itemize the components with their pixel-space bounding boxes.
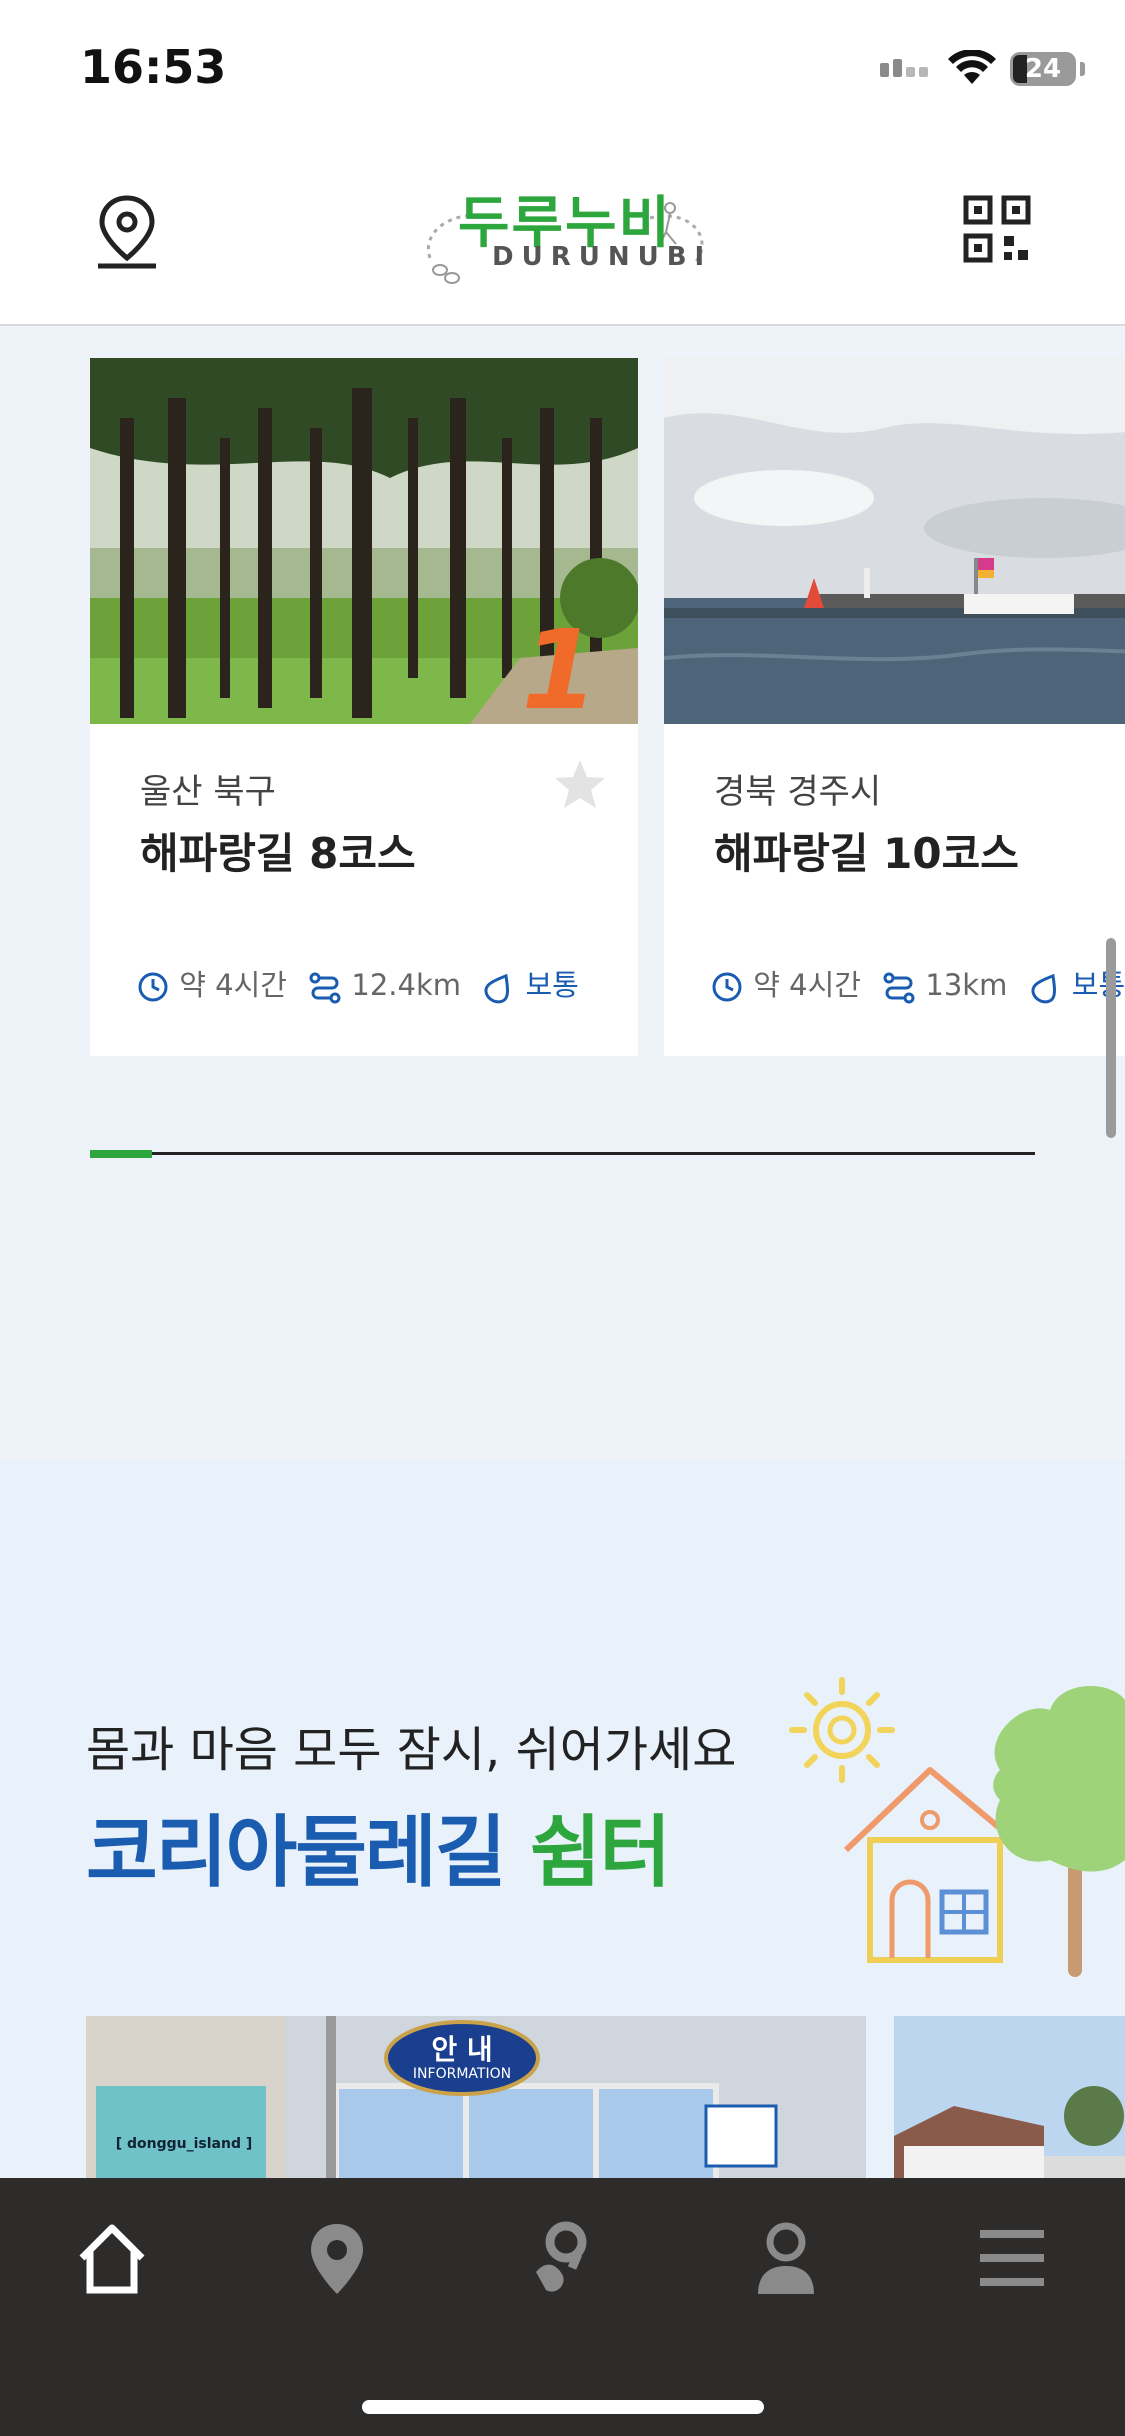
battery-icon: 24 <box>1010 52 1076 86</box>
battery-level: 24 <box>1024 54 1062 84</box>
qr-code-button[interactable] <box>962 194 1032 264</box>
bottom-tab-bar <box>0 2178 1125 2436</box>
app-header: 두루누비 DURUNUBI <box>0 140 1125 326</box>
course-title: 해파랑길 8코스 <box>140 829 416 878</box>
durunubi-logo[interactable]: 두루누비 DURUNUBI <box>420 178 710 288</box>
difficulty-icon <box>484 973 510 1004</box>
course-meta: 약 4시간 13km 보통 <box>710 962 1125 1004</box>
battery-tip <box>1080 62 1085 76</box>
course-region: 울산 북구 <box>140 772 276 812</box>
duration-text: 약 4시간 <box>179 968 287 1002</box>
route-icon <box>883 972 915 1004</box>
distance-text: 12.4km <box>351 968 461 1002</box>
duration-info: 약 4시간 <box>136 962 287 1004</box>
home-icon[interactable] <box>72 2214 152 2304</box>
difficulty-icon <box>1031 973 1056 1004</box>
home-indicator <box>362 2400 764 2414</box>
shelter-subtitle: 몸과 마음 모두 잠시, 쉬어가세요 <box>86 1722 737 1778</box>
course-photo-forest: 1 <box>90 358 638 724</box>
course-photo-harbor: 2 <box>664 358 1125 724</box>
difficulty-text: 보통 <box>525 968 579 1002</box>
carousel-progress-indicator <box>90 1150 152 1158</box>
menu-icon[interactable] <box>972 2214 1052 2304</box>
carousel-progress-track <box>90 1152 1035 1155</box>
distance-text: 13km <box>925 968 1008 1002</box>
shelter-title-highlight: 쉼터 <box>529 1808 672 1898</box>
distance-info: 12.4km <box>308 968 461 1004</box>
cellular-signal-icon <box>880 58 932 77</box>
course-card[interactable]: 2 경북 경주시 해파랑길 10코스 약 4시간 13km 보통 <box>664 358 1125 1056</box>
poster-text: [ donggu_island ] <box>115 2136 253 2152</box>
person-icon[interactable] <box>746 2214 826 2304</box>
course-title: 해파랑길 10코스 <box>714 829 1019 878</box>
distance-info: 13km <box>882 968 1007 1004</box>
clock-icon <box>712 972 742 1002</box>
status-time: 16:53 <box>80 40 227 94</box>
information-sign-subtitle: INFORMATION <box>412 2066 512 2082</box>
shelter-photo-2[interactable] <box>894 2016 1125 2196</box>
clock-icon <box>138 972 168 1002</box>
shelter-title: 코리아둘레길 쉼터 <box>86 1790 672 1902</box>
shelter-photo-1[interactable]: 안 내 INFORMATION [ donggu_island ] <box>86 2016 866 2196</box>
wifi-icon <box>948 50 996 84</box>
page-scrollbar[interactable] <box>1106 938 1116 1138</box>
course-carousel[interactable]: 1 울산 북구 해파랑길 8코스 약 4시간 12.4km 보통 경북 경주시 … <box>0 326 1125 1156</box>
course-meta: 약 4시간 12.4km 보통 <box>136 962 591 1004</box>
rank-number: 1 <box>521 606 598 724</box>
duration-text: 약 4시간 <box>753 968 861 1002</box>
difficulty-info: 보통 <box>482 962 579 1004</box>
shelter-title-main: 코리아둘레길 <box>86 1808 507 1898</box>
status-bar: 16:53 24 <box>0 0 1125 140</box>
favorite-star-icon[interactable] <box>552 756 608 812</box>
course-card[interactable]: 1 울산 북구 해파랑길 8코스 약 4시간 12.4km 보통 <box>90 358 638 1056</box>
location-pin-icon[interactable] <box>297 2214 377 2304</box>
information-sign-title: 안 내 <box>431 2033 493 2066</box>
route-icon <box>309 972 341 1004</box>
shelter-section: 몸과 마음 모두 잠시, 쉬어가세요 코리아둘레길 쉼터 안 내 INFORMA… <box>0 1460 1125 2196</box>
nearby-location-button[interactable] <box>92 192 162 272</box>
trail-icon[interactable] <box>522 2214 602 2304</box>
logo-english-text: DURUNUBI <box>492 242 713 272</box>
duration-info: 약 4시간 <box>710 962 861 1004</box>
difficulty-text: 보통 <box>1071 968 1125 1002</box>
house-tree-illustration <box>789 1677 1125 1977</box>
course-region: 경북 경주시 <box>714 772 882 812</box>
